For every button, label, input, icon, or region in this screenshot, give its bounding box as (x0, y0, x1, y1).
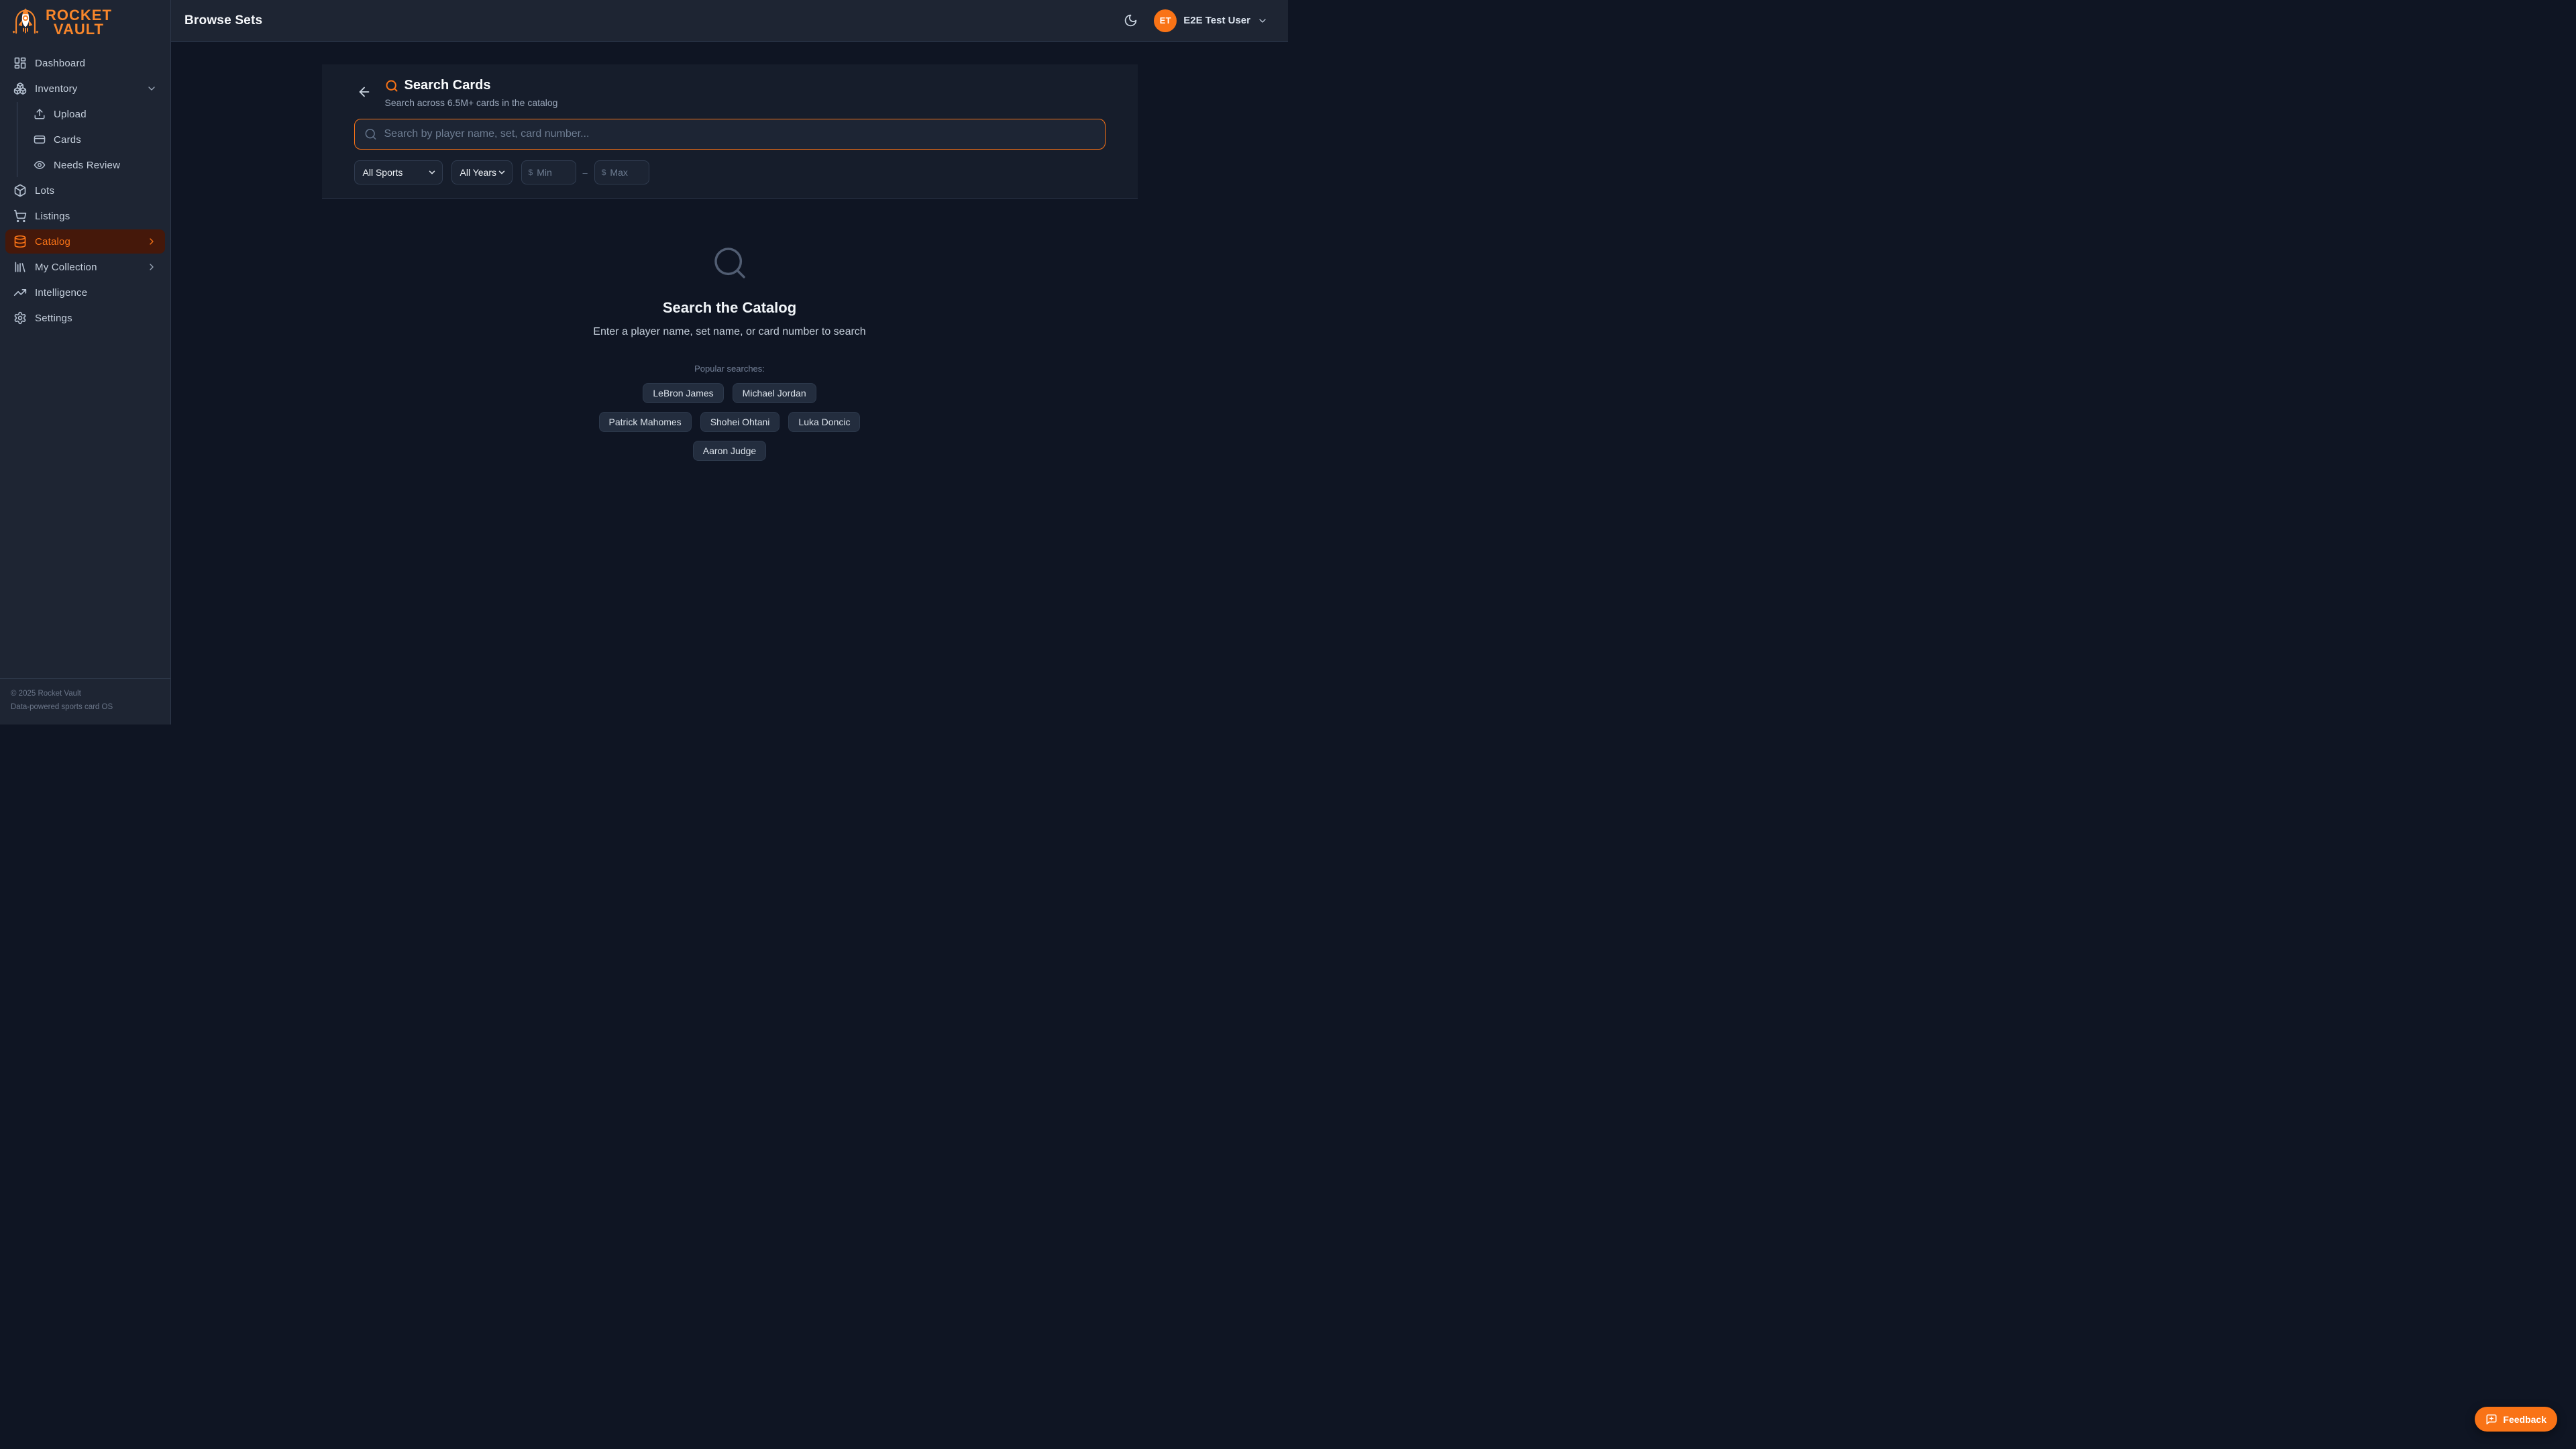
dashboard-icon (13, 56, 27, 70)
dollar-sign: $ (602, 168, 606, 177)
chevron-right-icon (146, 262, 157, 272)
panel-title-row: Search Cards (385, 78, 558, 93)
sidebar-item-needs-review[interactable]: Needs Review (25, 153, 165, 177)
panel-header: Search Cards Search across 6.5M+ cards i… (354, 78, 1106, 108)
sidebar-item-label: Lots (35, 185, 157, 197)
dollar-sign: $ (529, 168, 533, 177)
boxes-icon (13, 82, 27, 95)
min-price-input[interactable] (537, 167, 568, 178)
shopping-cart-icon (13, 209, 27, 223)
card-icon (34, 133, 46, 146)
popular-search-chip[interactable]: LeBron James (643, 383, 723, 403)
sidebar-item-inventory[interactable]: Inventory (5, 76, 165, 101)
message-square-plus-icon (2485, 1413, 2498, 1426)
sport-select[interactable]: All Sports (354, 160, 443, 184)
search-icon (364, 128, 377, 141)
topbar-actions: ET E2E Test User (1119, 9, 1268, 32)
sidebar-item-upload[interactable]: Upload (25, 102, 165, 126)
search-box (354, 119, 1106, 150)
filters-row: All Sports All Years $ (354, 160, 1106, 184)
tagline-text: Data-powered sports card OS (11, 700, 160, 714)
sport-select-value: All Sports (363, 167, 403, 178)
inventory-sub-list: Upload Cards Needs Review (17, 102, 165, 177)
chevron-down-icon (497, 168, 506, 177)
avatar: ET (1154, 9, 1177, 32)
sidebar-item-label: Catalog (35, 236, 138, 248)
search-icon (711, 244, 749, 282)
sidebar-item-my-collection[interactable]: My Collection (5, 255, 165, 279)
empty-state: Search the Catalog Enter a player name, … (171, 244, 1288, 461)
sidebar-item-label: Settings (35, 313, 157, 324)
year-select[interactable]: All Years (451, 160, 513, 184)
sidebar-footer: © 2025 Rocket Vault Data-powered sports … (0, 678, 170, 724)
sidebar-item-label: Upload (54, 109, 157, 120)
year-select-value: All Years (460, 167, 496, 178)
sidebar-item-label: Needs Review (54, 160, 157, 171)
moon-icon (1124, 13, 1138, 28)
max-price-input[interactable] (610, 167, 641, 178)
sidebar-item-label: My Collection (35, 262, 138, 273)
sidebar-item-label: Listings (35, 211, 157, 222)
sidebar-item-settings[interactable]: Settings (5, 306, 165, 330)
sidebar-item-label: Cards (54, 134, 157, 146)
sidebar: ROCKET VAULT Dashboard Inventory (0, 0, 171, 724)
max-price-field: $ (594, 160, 649, 184)
popular-searches-label: Popular searches: (694, 364, 765, 374)
theme-toggle-button[interactable] (1119, 9, 1142, 32)
trending-up-icon (13, 286, 27, 299)
sidebar-item-label: Inventory (35, 83, 138, 95)
chevron-down-icon (427, 168, 437, 177)
popular-search-chip[interactable]: Shohei Ohtani (700, 412, 780, 432)
app-root: ROCKET VAULT Dashboard Inventory (0, 0, 1288, 724)
content-area: Search Cards Search across 6.5M+ cards i… (171, 42, 1288, 724)
popular-search-chip[interactable]: Michael Jordan (733, 383, 816, 403)
copyright-text: © 2025 Rocket Vault (11, 687, 160, 700)
package-icon (13, 184, 27, 197)
user-menu[interactable]: ET E2E Test User (1154, 9, 1268, 32)
database-icon (13, 235, 27, 248)
sidebar-item-listings[interactable]: Listings (5, 204, 165, 228)
feedback-button[interactable]: Feedback (2475, 1407, 2557, 1432)
sidebar-nav: Dashboard Inventory Upload (0, 43, 170, 331)
panel-titles: Search Cards Search across 6.5M+ cards i… (385, 78, 558, 108)
popular-search-chip[interactable]: Aaron Judge (693, 441, 766, 461)
popular-search-chip[interactable]: Luka Doncic (788, 412, 860, 432)
chevron-down-icon (1257, 15, 1268, 26)
sidebar-item-lots[interactable]: Lots (5, 178, 165, 203)
back-button[interactable] (354, 82, 374, 102)
min-price-field: $ (521, 160, 576, 184)
popular-search-chips: LeBron James Michael Jordan Patrick Maho… (596, 383, 864, 461)
user-name: E2E Test User (1183, 15, 1250, 26)
chevron-right-icon (146, 236, 157, 247)
brand-logo[interactable]: ROCKET VAULT (0, 0, 170, 43)
chevron-down-icon (146, 83, 157, 94)
panel-title: Search Cards (405, 78, 491, 93)
search-icon (385, 79, 398, 93)
empty-state-subtitle: Enter a player name, set name, or card n… (593, 326, 865, 338)
popular-search-chip[interactable]: Patrick Mahomes (599, 412, 692, 432)
range-separator: – (583, 168, 588, 178)
arrow-left-icon (357, 85, 372, 99)
sidebar-item-cards[interactable]: Cards (25, 127, 165, 152)
topbar: Browse Sets ET E2E Test User (171, 0, 1288, 42)
feedback-label: Feedback (2503, 1414, 2546, 1425)
page-title: Browse Sets (184, 13, 262, 28)
sidebar-item-intelligence[interactable]: Intelligence (5, 280, 165, 305)
upload-icon (34, 108, 46, 120)
panel-subtitle: Search across 6.5M+ cards in the catalog (385, 97, 558, 108)
sidebar-item-label: Dashboard (35, 58, 157, 69)
gear-icon (13, 311, 27, 325)
search-cards-panel: Search Cards Search across 6.5M+ cards i… (322, 64, 1138, 199)
search-input[interactable] (354, 119, 1106, 150)
eye-icon (34, 159, 46, 171)
rocket-logo-icon (12, 7, 39, 39)
brand-wordmark: ROCKET VAULT (46, 9, 112, 36)
library-icon (13, 260, 27, 274)
main-column: Browse Sets ET E2E Test User (171, 0, 1288, 724)
sidebar-item-catalog[interactable]: Catalog (5, 229, 165, 254)
empty-state-title: Search the Catalog (663, 299, 796, 317)
sidebar-item-dashboard[interactable]: Dashboard (5, 51, 165, 75)
sidebar-item-label: Intelligence (35, 287, 157, 299)
